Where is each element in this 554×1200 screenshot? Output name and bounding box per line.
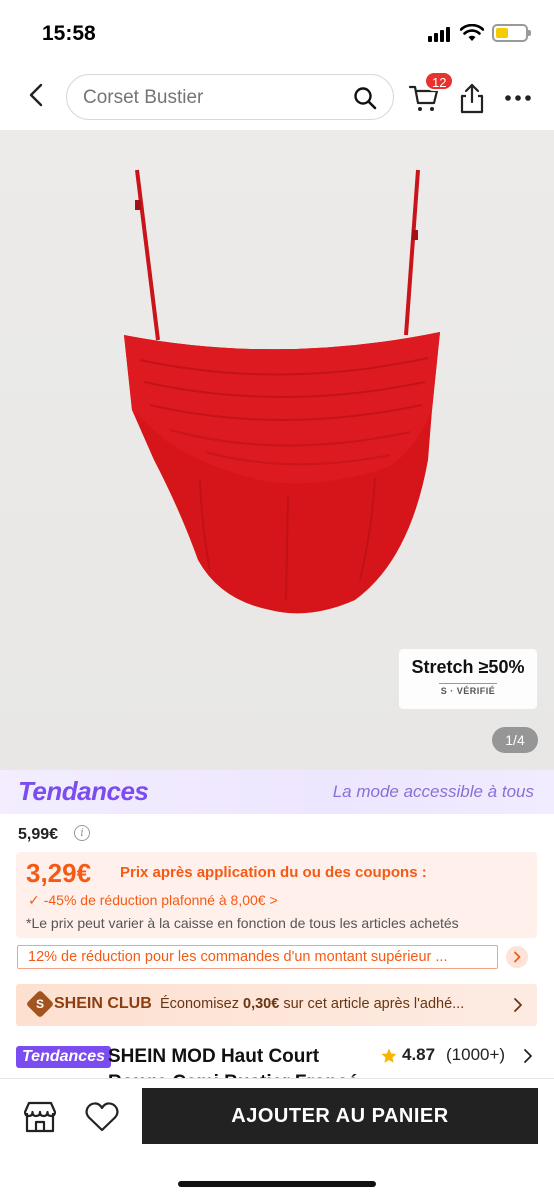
rating-count[interactable]: (1000+) bbox=[446, 1045, 505, 1065]
club-savings-text: Économisez 0,30€ sur cet article après l… bbox=[160, 996, 465, 1012]
battery-icon bbox=[492, 24, 531, 42]
status-bar: 15:58 bbox=[0, 0, 554, 62]
chevron-right-icon[interactable] bbox=[523, 1048, 533, 1064]
promo-banner[interactable]: 12% de réduction pour les commandes d'un… bbox=[17, 945, 498, 969]
product-image-gallery[interactable]: Stretch ≥50% S · VÉRIFIÉ 1/4 bbox=[0, 130, 554, 770]
add-to-cart-button[interactable]: AJOUTER AU PANIER bbox=[142, 1088, 538, 1144]
stretch-verified: S · VÉRIFIÉ bbox=[440, 686, 496, 696]
club-name: SHEIN CLUB bbox=[54, 995, 152, 1012]
product-title: SHEIN MOD Haut Court Rouge Cami Bustier … bbox=[108, 1046, 358, 1078]
star-icon bbox=[381, 1048, 397, 1063]
cart-count-badge: 12 bbox=[424, 71, 455, 91]
image-page-indicator: 1/4 bbox=[492, 727, 538, 753]
coupon-price-box: 3,29€ Prix après application du ou des c… bbox=[16, 852, 537, 938]
signal-icon bbox=[428, 26, 454, 42]
product-image bbox=[124, 169, 440, 614]
trends-logo: Tendances bbox=[18, 776, 149, 806]
wifi-icon bbox=[460, 24, 484, 41]
info-icon[interactable]: i bbox=[74, 825, 90, 841]
search-icon[interactable] bbox=[353, 86, 377, 110]
product-title-row: Tendances SHEIN MOD Haut Court Rouge Cam… bbox=[16, 1042, 546, 1078]
coupon-price-label: Prix après application du ou des coupons… bbox=[120, 864, 427, 881]
stretch-badge: Stretch ≥50% S · VÉRIFIÉ bbox=[399, 649, 537, 709]
share-icon[interactable] bbox=[458, 82, 486, 114]
bottom-action-bar: AJOUTER AU PANIER bbox=[0, 1078, 554, 1200]
check-icon: ✓ bbox=[28, 892, 40, 908]
rating-value[interactable]: 4.87 bbox=[402, 1045, 435, 1065]
heart-icon[interactable] bbox=[84, 1101, 120, 1133]
trends-tag: Tendances bbox=[16, 1046, 111, 1068]
stretch-title: Stretch ≥50% bbox=[411, 657, 525, 677]
price-note: *Le prix peut varier à la caisse en fonc… bbox=[26, 915, 459, 931]
store-icon[interactable] bbox=[22, 1099, 58, 1135]
shein-club-banner[interactable]: S SHEIN CLUB Économisez 0,30€ sur cet ar… bbox=[16, 984, 537, 1026]
status-time: 15:58 bbox=[42, 22, 96, 45]
search-input-value: Corset Bustier bbox=[83, 87, 204, 108]
top-navigation: Corset Bustier 12 bbox=[0, 62, 554, 130]
promo-text: 12% de réduction pour les commandes d'un… bbox=[28, 949, 448, 965]
coupon-discount-link[interactable]: ✓ -45% de réduction plafonné à 8,00€ > bbox=[28, 892, 278, 909]
original-price: 5,99€ bbox=[18, 826, 59, 843]
stretch-divider bbox=[439, 683, 497, 684]
trends-banner[interactable]: Tendances La mode accessible à tous bbox=[0, 770, 554, 814]
home-indicator bbox=[178, 1181, 376, 1187]
coupon-discount-text: -45% de réduction plafonné à 8,00€ > bbox=[43, 892, 278, 908]
chevron-right-icon[interactable] bbox=[506, 946, 528, 968]
more-options-icon[interactable] bbox=[504, 94, 532, 102]
search-input[interactable]: Corset Bustier bbox=[66, 74, 394, 120]
trends-tagline: La mode accessible à tous bbox=[332, 782, 534, 801]
back-arrow-icon[interactable] bbox=[22, 80, 52, 110]
coupon-price: 3,29€ bbox=[26, 858, 92, 888]
chevron-right-icon bbox=[514, 998, 522, 1012]
